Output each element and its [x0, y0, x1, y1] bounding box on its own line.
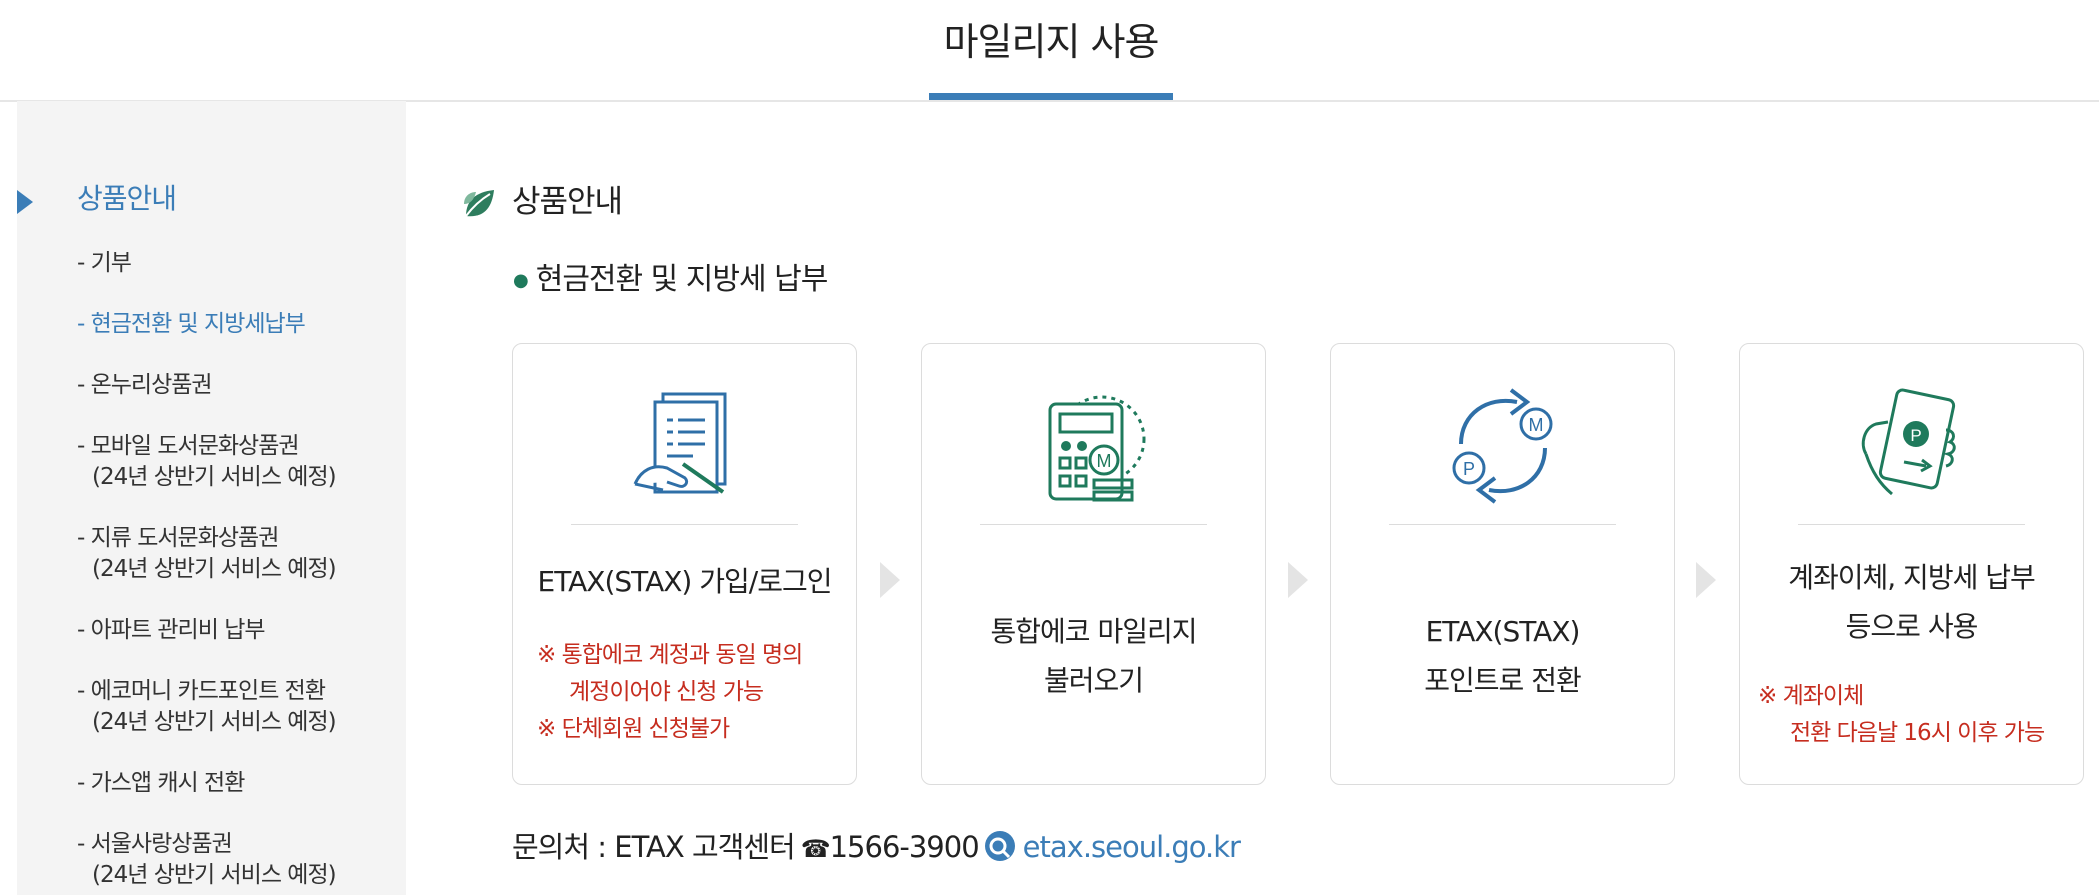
- active-tab-indicator: [929, 93, 1173, 100]
- sub-title-text: 현금전환 및 지방세 납부: [535, 262, 829, 297]
- sidebar-item-label: - 현금전환 및 지방세납부: [77, 311, 306, 337]
- sidebar-item-donation[interactable]: - 기부: [77, 248, 132, 279]
- sidebar-item-seoul-love-voucher[interactable]: - 서울사랑상품권 (24년 상반기 서비스 예정): [77, 829, 337, 891]
- sidebar-item-ecomoney-card[interactable]: - 에코머니 카드포인트 전환 (24년 상반기 서비스 예정): [77, 676, 337, 738]
- etax-link[interactable]: etax.seoul.go.kr: [1023, 830, 1241, 864]
- sidebar-item-onnuri[interactable]: - 온누리상품권: [77, 370, 213, 401]
- step-title-line: 등으로 사용: [1845, 610, 1979, 643]
- document-sign-icon: [633, 392, 727, 494]
- calculator-mileage-icon: M: [1048, 395, 1146, 502]
- step-title-line: 포인트로 전환: [1424, 664, 1581, 697]
- sidebar-item-label: - 모바일 도서문화상품권: [77, 433, 300, 459]
- svg-text:P: P: [1910, 426, 1921, 445]
- sidebar-item-sublabel: (24년 상반기 서비스 예정): [92, 556, 337, 582]
- step-note: 전환 다음날 16시 이후 가능: [1790, 720, 2045, 746]
- step-arrow-icon: [880, 562, 900, 598]
- sidebar-item-sublabel: (24년 상반기 서비스 예정): [92, 709, 337, 735]
- step-arrow-icon: [1696, 562, 1716, 598]
- sidebar-item-label: - 기부: [77, 250, 132, 276]
- sidebar-item-label: - 에코머니 카드포인트 전환: [77, 678, 326, 704]
- sidebar-item-label: - 아파트 관리비 납부: [77, 617, 266, 643]
- card-divider: [1389, 524, 1616, 525]
- leaf-icon: [464, 190, 494, 217]
- active-arrow-icon: [17, 190, 33, 214]
- contact-phone: 1566-3900: [829, 830, 980, 864]
- card-divider: [571, 524, 798, 525]
- step-title: ETAX(STAX) 가입/로그인: [537, 565, 833, 598]
- sidebar-item-label: - 서울사랑상품권: [77, 831, 233, 857]
- sidebar-item-label: - 온누리상품권: [77, 372, 213, 398]
- contact-info: 문의처 : ETAX 고객센터 ☎1566-3900 etax.seoul.go.k…: [512, 825, 1241, 871]
- sidebar: 상품안내 - 기부 - 현금전환 및 지방세납부 - 온누리상품권 - 모바일 …: [17, 101, 406, 895]
- sub-title: ● 현금전환 및 지방세 납부: [513, 258, 829, 303]
- phone-icon: ☎: [800, 835, 831, 863]
- card-divider: [980, 524, 1207, 525]
- sidebar-item-sublabel: (24년 상반기 서비스 예정): [92, 862, 337, 888]
- sidebar-item-sublabel: (24년 상반기 서비스 예정): [92, 464, 337, 490]
- step-title-line: 계좌이체, 지방세 납부: [1788, 561, 2036, 594]
- step-note: ※ 단체회원 신청불가: [537, 716, 730, 742]
- step-card-convert: M P ETAX(STAX) 포인트로 전환: [1330, 343, 1675, 785]
- contact-label: 문의처 : ETAX 고객센터: [512, 830, 796, 864]
- card-divider: [1798, 524, 2025, 525]
- top-header: 마일리지 사용: [0, 0, 2099, 102]
- svg-text:P: P: [1463, 459, 1475, 479]
- sidebar-item-cash-conversion[interactable]: - 현금전환 및 지방세납부: [77, 309, 306, 340]
- step-note: 계정이어야 신청 가능: [569, 679, 764, 705]
- sidebar-item-paper-book-voucher[interactable]: - 지류 도서문화상품권 (24년 상반기 서비스 예정): [77, 523, 337, 585]
- section-title: 상품안내: [512, 184, 623, 220]
- svg-text:M: M: [1097, 451, 1112, 471]
- sidebar-item-label: - 가스앱 캐시 전환: [77, 770, 245, 796]
- step-card-login: ETAX(STAX) 가입/로그인 ※ 통합에코 계정과 동일 명의 계정이어야…: [512, 343, 857, 785]
- globe-icon: [984, 831, 1015, 861]
- step-title-line: 불러오기: [1043, 664, 1144, 697]
- svg-text:M: M: [1529, 415, 1544, 435]
- bullet-icon: ●: [513, 269, 529, 291]
- step-note: ※ 통합에코 계정과 동일 명의: [537, 642, 803, 668]
- step-arrow-icon: [1288, 562, 1308, 598]
- step-title-line: ETAX(STAX): [1425, 615, 1581, 648]
- exchange-points-icon: M P: [1452, 388, 1553, 504]
- hand-card-icon: P: [1861, 388, 1956, 496]
- step-title-line: 통합에코 마일리지: [990, 615, 1198, 648]
- sidebar-heading[interactable]: 상품안내: [77, 177, 177, 221]
- sidebar-item-label: - 지류 도서문화상품권: [77, 525, 279, 551]
- sidebar-item-apartment-fee[interactable]: - 아파트 관리비 납부: [77, 615, 266, 646]
- tab-mileage-use[interactable]: 마일리지 사용: [929, 12, 1173, 72]
- step-note: ※ 계좌이체: [1758, 683, 1864, 709]
- step-card-use: P 계좌이체, 지방세 납부 등으로 사용 ※ 계좌이체 전환 다음날 16시 …: [1739, 343, 2084, 785]
- sidebar-item-gas-app-cash[interactable]: - 가스앱 캐시 전환: [77, 768, 245, 799]
- step-card-load-mileage: M 통합에코 마일리지 불러오기: [921, 343, 1266, 785]
- sidebar-item-mobile-book-voucher[interactable]: - 모바일 도서문화상품권 (24년 상반기 서비스 예정): [77, 431, 337, 493]
